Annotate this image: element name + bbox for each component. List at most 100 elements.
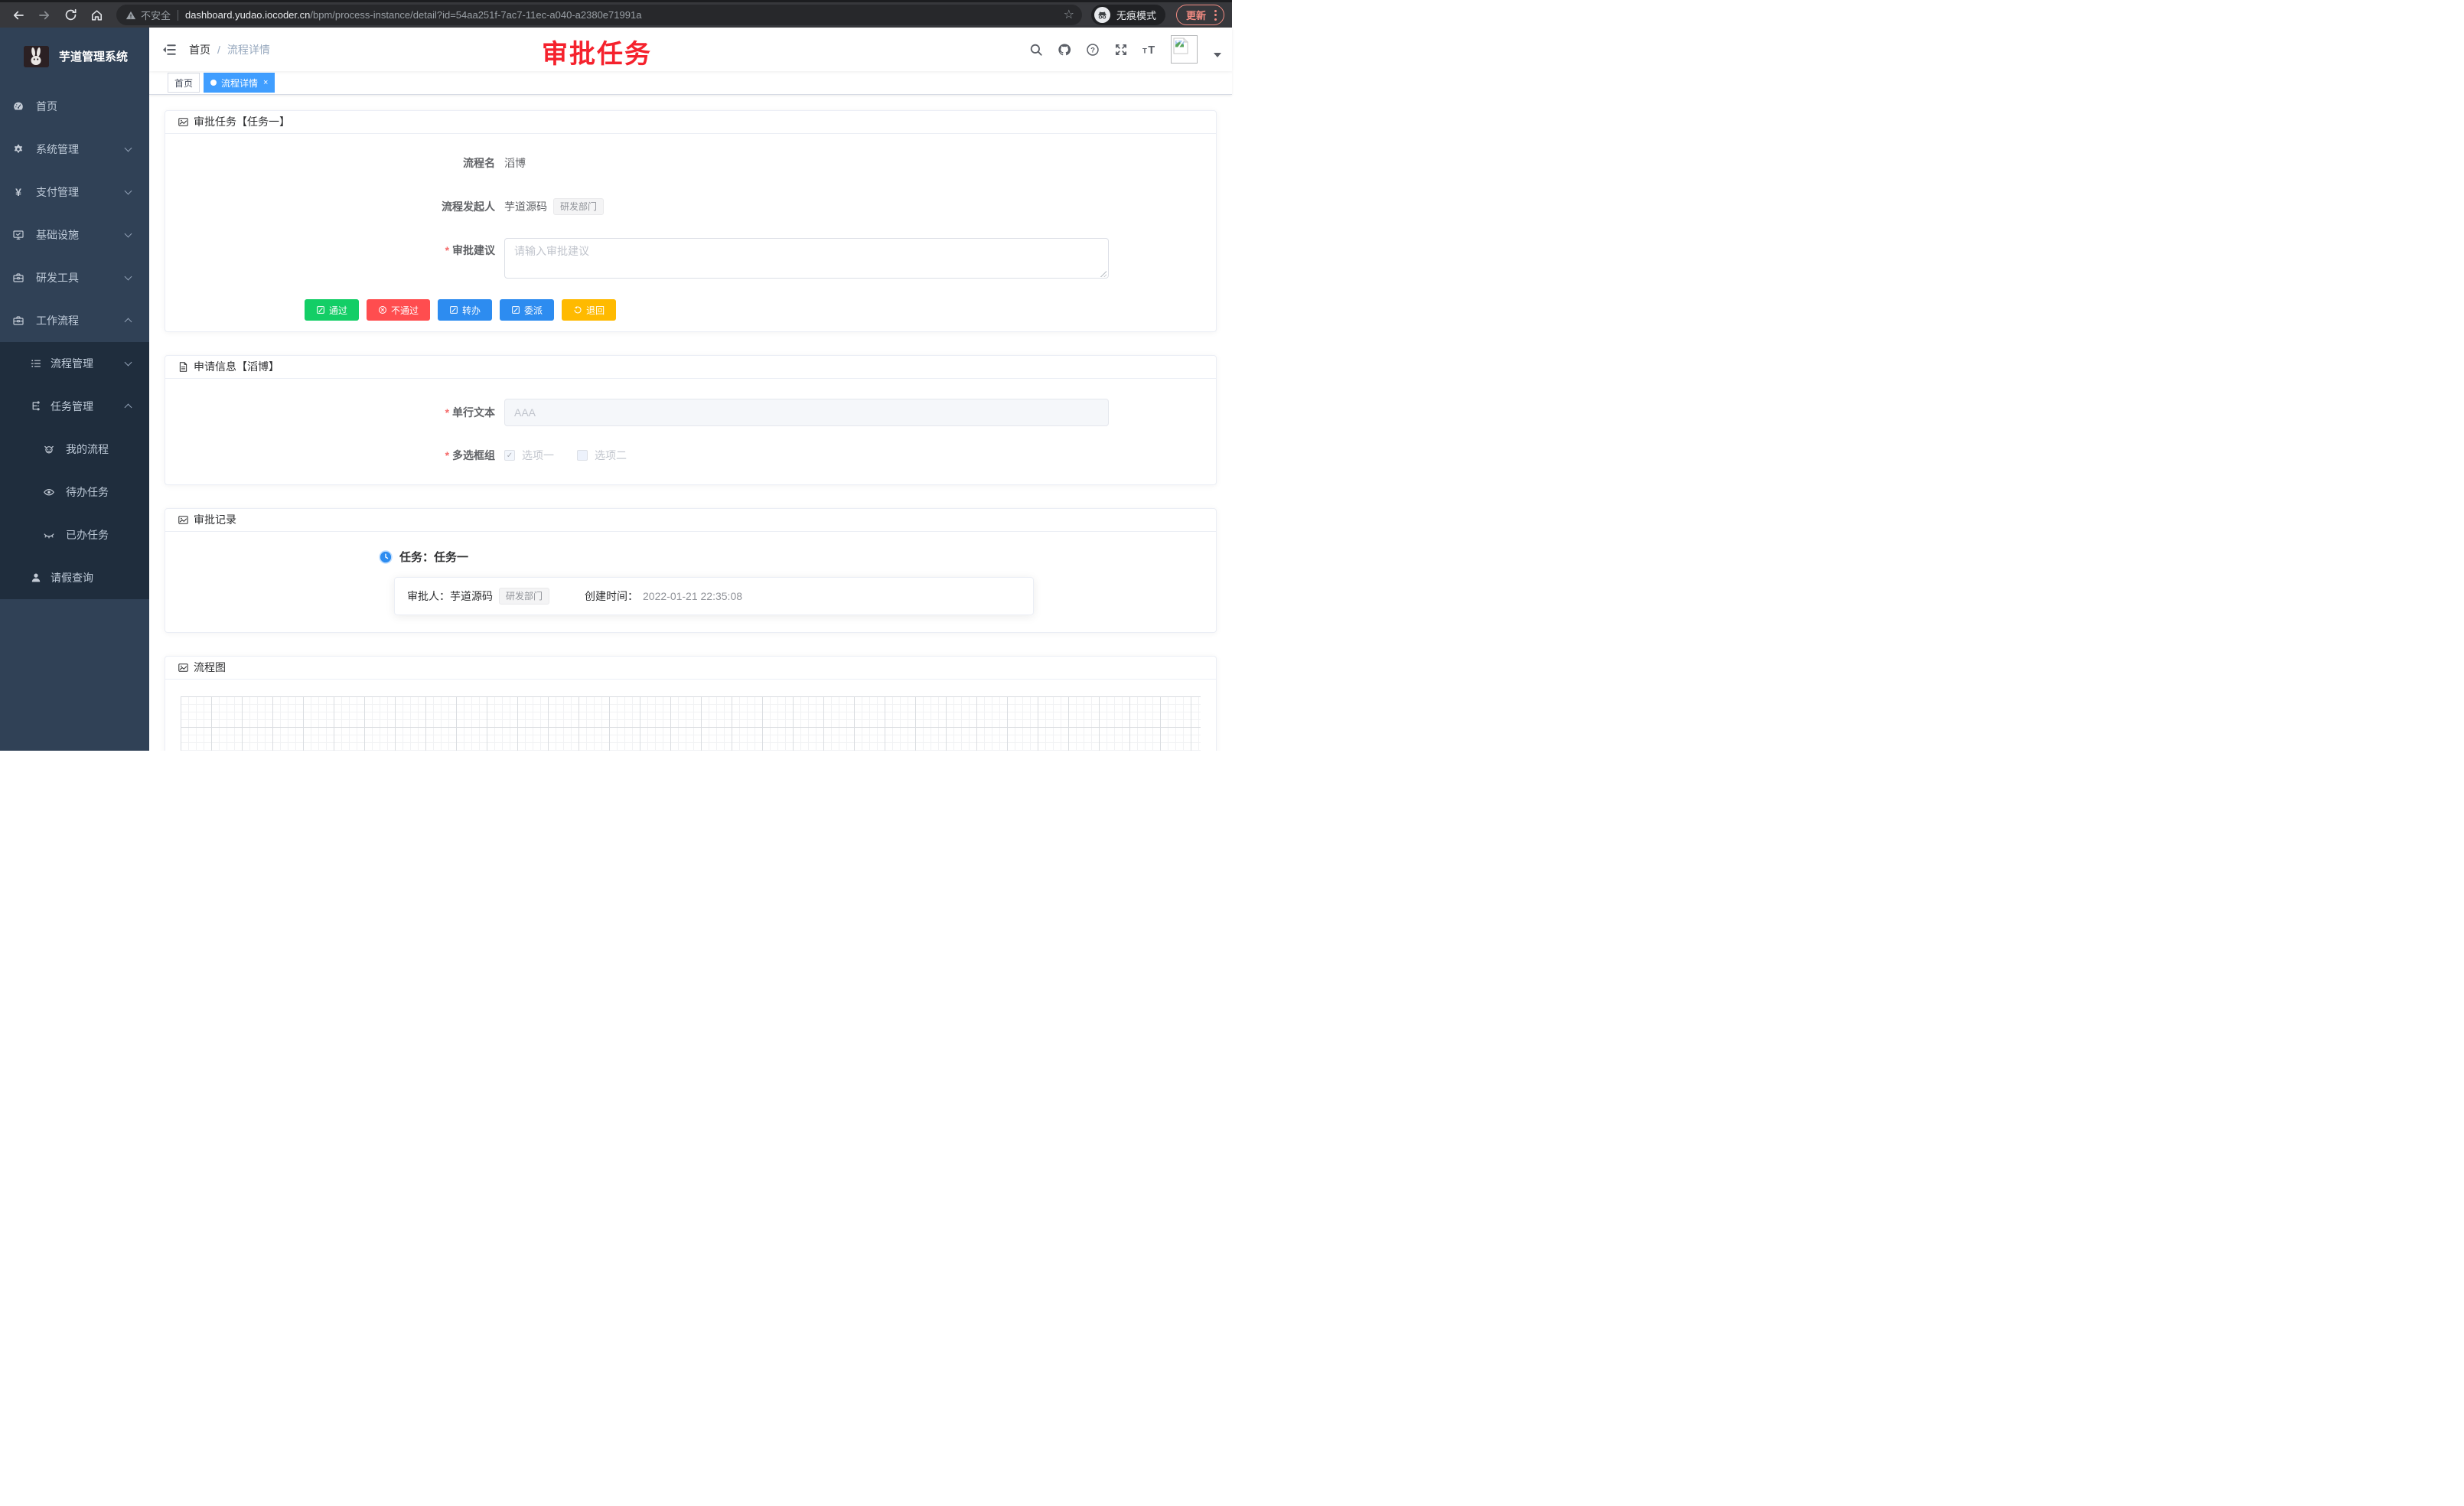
back-icon[interactable] [8, 5, 29, 26]
approver-value: 芋道源码 [450, 588, 493, 604]
tab-close-icon[interactable]: × [263, 79, 268, 87]
svg-text:¥: ¥ [15, 186, 21, 198]
avatar[interactable] [1171, 35, 1198, 64]
sidebar-item-process-management[interactable]: 流程管理 [0, 342, 149, 385]
comment-row: 审批建议 [389, 238, 1201, 281]
checkbox-icon: ✓ [504, 450, 515, 461]
eye-open-icon [43, 486, 55, 498]
text-field-row: 单行文本 [389, 399, 1201, 426]
tab-home[interactable]: 首页 [168, 73, 200, 93]
process-name-value: 滔博 [504, 151, 526, 176]
url-text: dashboard.yudao.iocoder.cn/bpm/process-i… [185, 9, 1064, 21]
chevron-down-icon [125, 230, 132, 238]
reject-button[interactable]: 不通过 [367, 299, 430, 321]
breadcrumb: 首页 / 流程详情 [189, 42, 270, 57]
chevron-down-icon [125, 187, 132, 195]
chevron-up-icon [125, 318, 132, 326]
task-tree-icon [30, 400, 42, 412]
address-bar[interactable]: 不安全 dashboard.yudao.iocoder.cn/bpm/proce… [116, 5, 1082, 25]
approval-record-card: 审批记录 任务：任务一 审批人： 芋道源码 [165, 508, 1217, 633]
checkbox-icon [577, 450, 588, 461]
undo-icon [573, 305, 582, 315]
card-title: 审批任务【任务一】 [194, 115, 290, 129]
chevron-up-icon [125, 404, 132, 412]
card-header: 流程图 [165, 657, 1216, 680]
breadcrumb-home[interactable]: 首页 [189, 42, 210, 57]
single-line-text-input [504, 399, 1109, 426]
tab-process-detail[interactable]: 流程详情 × [204, 73, 275, 93]
bookmark-star-icon[interactable]: ☆ [1064, 9, 1074, 21]
chrome-update-button[interactable]: 更新 [1176, 5, 1224, 25]
sidebar-item-label: 我的流程 [66, 442, 109, 457]
process-name-label: 流程名 [389, 151, 504, 176]
sidebar-item-leave-query[interactable]: 请假查询 [0, 556, 149, 599]
textarea-resize-handle[interactable] [1100, 270, 1107, 277]
sidebar-item-workflow[interactable]: 工作流程 [0, 299, 149, 342]
edit-icon [511, 305, 520, 315]
sidebar-item-label: 首页 [36, 99, 57, 114]
sidebar-item-done-tasks[interactable]: 已办任务 [0, 513, 149, 556]
browser-menu-icon[interactable] [1212, 10, 1219, 21]
sidebar-item-infrastructure[interactable]: 基础设施 [0, 214, 149, 256]
top-navbar: 首页 / 流程详情 审批任务 ? TT [149, 28, 1232, 71]
update-label: 更新 [1186, 8, 1206, 22]
sidebar-item-label: 基础设施 [36, 227, 79, 243]
tab-label: 流程详情 [221, 77, 258, 90]
yen-icon: ¥ [12, 186, 24, 198]
github-icon[interactable] [1058, 43, 1071, 57]
checkbox-label: 选项二 [595, 448, 627, 463]
sidebar-item-todo-tasks[interactable]: 待办任务 [0, 471, 149, 513]
app-logo[interactable]: 芋道管理系统 [0, 28, 149, 85]
clock-node-icon [379, 550, 393, 564]
fullscreen-icon[interactable] [1114, 43, 1128, 57]
approver-label: 审批人： [407, 588, 450, 604]
browser-toolbar: 不安全 dashboard.yudao.iocoder.cn/bpm/proce… [0, 0, 1232, 28]
sidebar-menu: 首页 系统管理 ¥ 支付管理 基础设施 [0, 85, 149, 751]
tags-view-bar: 首页 流程详情 × [149, 71, 1232, 95]
sidebar-fold-icon[interactable] [161, 42, 177, 57]
svg-text:T: T [1148, 44, 1155, 57]
sidebar-item-my-processes[interactable]: 我的流程 [0, 428, 149, 471]
process-name-row: 流程名 滔博 [389, 151, 1201, 176]
sidebar-item-home[interactable]: 首页 [0, 85, 149, 128]
reload-icon[interactable] [60, 5, 81, 26]
breadcrumb-current: 流程详情 [227, 42, 270, 57]
forward-icon[interactable] [34, 5, 55, 26]
initiator-value: 芋道源码 [504, 200, 547, 213]
approver-dept-tag: 研发部门 [499, 588, 549, 605]
initiator-row: 流程发起人 芋道源码研发部门 [389, 194, 1201, 220]
search-icon[interactable] [1029, 43, 1043, 57]
sidebar: 芋道管理系统 首页 系统管理 ¥ 支付管理 [0, 28, 149, 751]
home-icon[interactable] [86, 5, 107, 26]
comment-textarea[interactable] [504, 238, 1109, 279]
sidebar-item-devtools[interactable]: 研发工具 [0, 256, 149, 299]
card-header: 审批任务【任务一】 [165, 111, 1216, 134]
not-secure-warning-icon [125, 10, 136, 21]
approval-annotation: 审批任务 [542, 33, 652, 70]
checkbox-option-1: ✓ 选项一 [504, 448, 554, 463]
bpmn-canvas[interactable] [181, 696, 1201, 751]
chevron-down-icon [125, 273, 132, 281]
face-icon [43, 443, 55, 455]
gear-icon [12, 143, 24, 155]
transfer-button[interactable]: 转办 [438, 299, 492, 321]
tab-label: 首页 [174, 77, 193, 90]
sidebar-item-payment[interactable]: ¥ 支付管理 [0, 171, 149, 214]
task-title: 任务：任务一 [399, 549, 468, 565]
app-title: 芋道管理系统 [59, 48, 128, 64]
checkbox-label: 选项一 [522, 448, 554, 463]
sidebar-item-task-management[interactable]: 任务管理 [0, 385, 149, 428]
approve-button[interactable]: 通过 [305, 299, 359, 321]
font-size-icon[interactable]: TT [1142, 43, 1156, 57]
help-icon[interactable]: ? [1086, 43, 1100, 57]
avatar-caret-icon[interactable] [1214, 53, 1221, 57]
card-header: 审批记录 [165, 509, 1216, 532]
sidebar-item-system[interactable]: 系统管理 [0, 128, 149, 171]
user-icon [30, 572, 42, 584]
delegate-button[interactable]: 委派 [500, 299, 554, 321]
sidebar-item-label: 支付管理 [36, 184, 79, 200]
incognito-label: 无痕模式 [1116, 8, 1156, 22]
return-button[interactable]: 退回 [562, 299, 616, 321]
card-header: 申请信息【滔博】 [165, 356, 1216, 379]
process-diagram-card: 流程图 [165, 656, 1217, 751]
